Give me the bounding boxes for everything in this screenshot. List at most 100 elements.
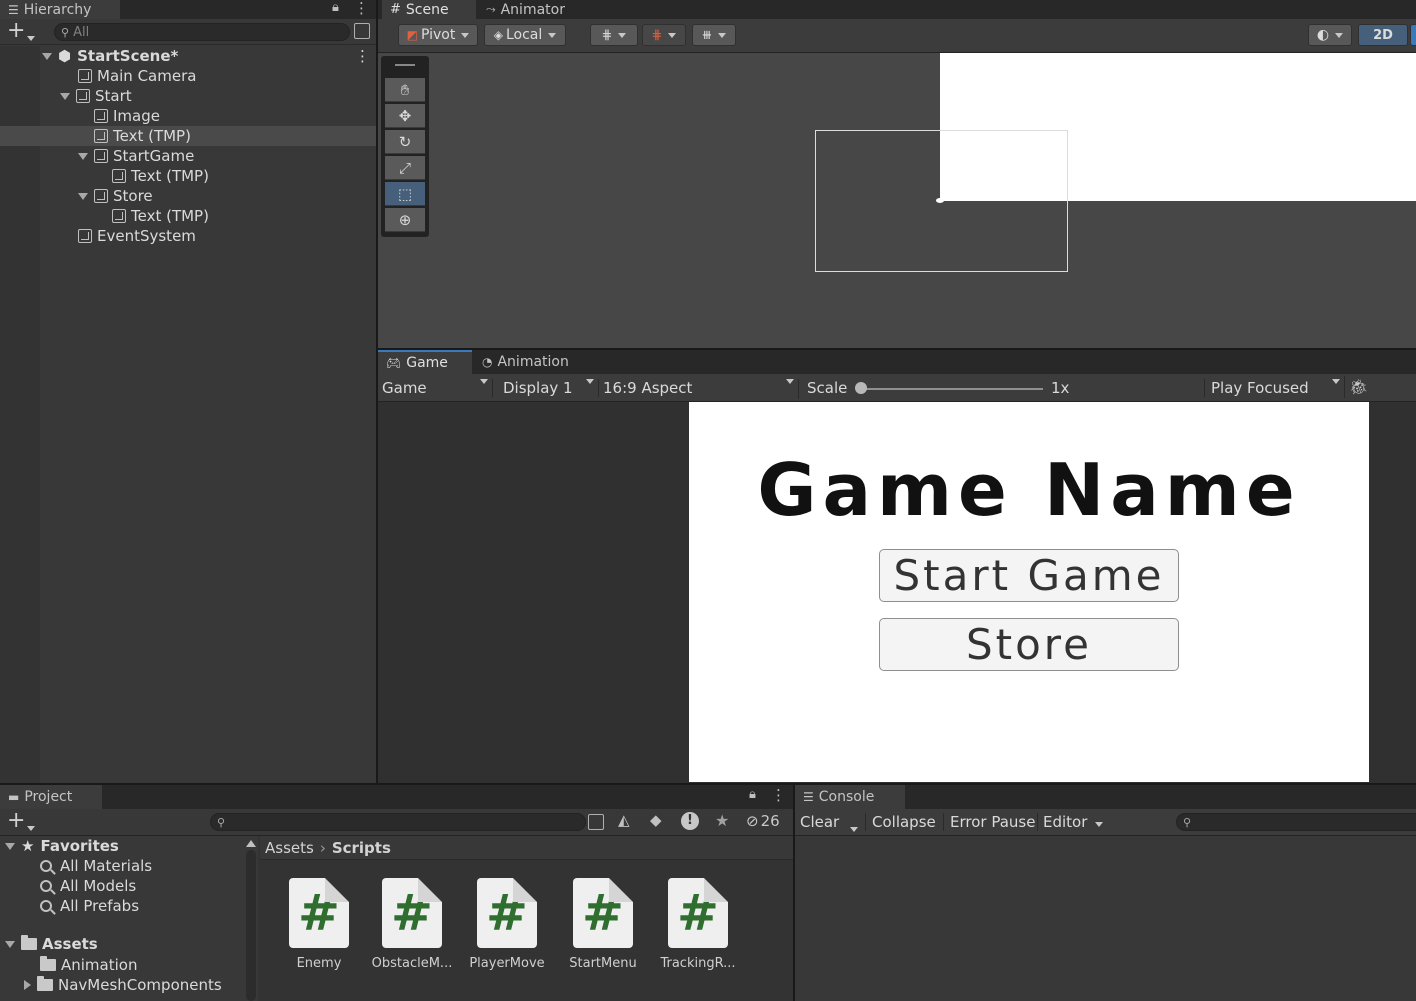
console-log-area[interactable] [795, 836, 1416, 1001]
assets-root-row[interactable]: Assets [0, 934, 258, 954]
favorite-all-prefabs[interactable]: All Prefabs [0, 896, 258, 916]
expand-arrow-icon[interactable] [42, 52, 52, 60]
grid-snap-dropdown[interactable]: ⋕ [590, 24, 638, 46]
folder-navmeshcomponents[interactable]: NavMeshComponents [0, 975, 258, 995]
tab-animator[interactable]: ⤳ Animator [478, 0, 588, 19]
script-asset-trackingr[interactable]: # TrackingR... [654, 878, 742, 971]
game-tabbar: 🎮︎ Game ◔ Animation [378, 350, 1416, 374]
hierarchy-item-image[interactable]: Image [0, 106, 376, 126]
hierarchy-search-input[interactable]: ⚲ All [54, 23, 350, 41]
grid-visibility-dropdown[interactable]: ⧻ [692, 24, 736, 46]
hierarchy-item-store[interactable]: Store [0, 186, 376, 206]
hierarchy-item-startgame-text[interactable]: Text (TMP) [0, 166, 376, 186]
rotate-tool[interactable]: ↻ [385, 130, 425, 154]
draw-mode-dropdown[interactable]: ◐ [1308, 24, 1352, 46]
scene-row[interactable]: ⬢ StartScene* ⋮ [0, 46, 376, 66]
tab-game[interactable]: 🎮︎ Game [378, 350, 472, 374]
pivot-dropdown[interactable]: ◩ Pivot [398, 24, 478, 46]
hierarchy-item-label: Store [113, 187, 153, 205]
hierarchy-item-main-camera[interactable]: Main Camera [0, 66, 376, 86]
expand-arrow-icon[interactable] [78, 152, 88, 160]
console-collapse-toggle[interactable]: Collapse [865, 813, 936, 831]
script-asset-obstaclem[interactable]: # ObstacleM... [368, 878, 456, 971]
pivot-handle-dot[interactable] [936, 198, 944, 203]
tool-palette-grip[interactable] [395, 64, 415, 66]
filter-type-icon[interactable]: ◭ [618, 811, 630, 829]
move-tool[interactable]: ✥ [385, 104, 425, 128]
aspect-dropdown[interactable]: 16:9 Aspect [598, 379, 794, 397]
2d-mode-toggle[interactable]: 2D [1358, 24, 1408, 46]
tab-hierarchy[interactable]: ☰ Hierarchy [0, 0, 120, 19]
hierarchy-item-start[interactable]: Start [0, 86, 376, 106]
search-options-icon[interactable] [588, 814, 604, 830]
expand-arrow-icon[interactable] [78, 192, 88, 200]
favorite-star-icon[interactable]: ★ [715, 811, 729, 830]
scale-slider-thumb[interactable] [855, 382, 867, 394]
debug-bug-button[interactable]: 🐞︎ [1344, 376, 1372, 398]
store-button[interactable]: Store [879, 618, 1179, 671]
hierarchy-item-startgame[interactable]: StartGame [0, 146, 376, 166]
more-menu-icon[interactable]: ⋮ [354, 0, 369, 17]
favorites-row[interactable]: ★ Favorites [0, 836, 258, 856]
local-dropdown[interactable]: ◈ Local [484, 24, 566, 46]
more-menu-icon[interactable]: ⋮ [771, 786, 786, 804]
project-search-input[interactable]: ⚲ [210, 813, 586, 831]
sidebar-scrollbar[interactable] [246, 850, 256, 1001]
hidden-packages-toggle[interactable]: ⊘ 26 [746, 812, 780, 830]
script-asset-enemy[interactable]: # Enemy [275, 878, 363, 971]
hierarchy-item-text-tmp-selected[interactable]: Text (TMP) [0, 126, 376, 146]
expand-arrow-icon[interactable] [60, 92, 70, 100]
add-dropdown-chevron[interactable] [24, 819, 34, 825]
filter-warning-icon[interactable]: ! [681, 812, 699, 830]
console-clear-button[interactable]: Clear [800, 813, 839, 831]
tab-scene[interactable]: # Scene [382, 0, 476, 19]
script-asset-playermove[interactable]: # PlayerMove [463, 878, 551, 971]
start-game-button[interactable]: Start Game [879, 549, 1179, 602]
scale-tool[interactable]: ⤢ [385, 156, 425, 180]
favorite-all-models[interactable]: All Models [0, 876, 258, 896]
breadcrumb-scripts[interactable]: Scripts [332, 839, 391, 857]
tab-project[interactable]: ▬ Project [0, 785, 102, 809]
console-editor-dropdown[interactable]: Editor [1037, 813, 1103, 831]
transform-tool[interactable]: ⊕ [385, 208, 425, 232]
increment-snap-dropdown[interactable]: ⋕ [642, 24, 686, 46]
display-dropdown[interactable]: Display 1 [492, 379, 594, 397]
lock-icon[interactable]: 🔒︎ [332, 0, 339, 15]
scale-slider-track[interactable] [861, 388, 1043, 390]
add-icon[interactable]: + [7, 19, 25, 43]
expand-arrow-icon[interactable] [5, 842, 15, 850]
scene-viewport[interactable] [378, 53, 1416, 348]
add-icon[interactable]: + [7, 809, 25, 833]
hierarchy-item-store-text[interactable]: Text (TMP) [0, 206, 376, 226]
hand-tool[interactable]: ✋︎ [385, 78, 425, 102]
hierarchy-item-eventsystem[interactable]: EventSystem [0, 226, 376, 246]
script-label: TrackingR... [660, 956, 736, 971]
console-error-pause-toggle[interactable]: Error Pause [943, 813, 1035, 831]
filter-label-icon[interactable]: ◆ [650, 811, 662, 829]
folder-animation[interactable]: Animation [0, 955, 258, 975]
transform-icon: ⊕ [398, 210, 412, 229]
tab-animation[interactable]: ◔ Animation [474, 350, 584, 374]
gameobject-icon [94, 149, 108, 163]
expand-arrow-icon[interactable] [5, 940, 15, 948]
expand-arrow-icon[interactable] [24, 980, 31, 990]
game-view-dropdown[interactable]: Game [382, 379, 488, 397]
hand-icon: ✋︎ [400, 80, 410, 99]
hierarchy-item-label: Image [113, 107, 160, 125]
favorite-all-materials[interactable]: All Materials [0, 856, 258, 876]
search-options-icon[interactable] [354, 23, 370, 39]
add-dropdown-chevron[interactable] [24, 29, 34, 35]
scroll-up-arrow-icon[interactable] [246, 840, 256, 847]
rect-tool[interactable]: ⬚ [385, 182, 425, 206]
clear-options-dropdown[interactable] [847, 820, 857, 826]
tab-console[interactable]: ☰ Console [795, 785, 905, 809]
scene-extra-button[interactable] [1410, 24, 1416, 46]
breadcrumb-assets[interactable]: Assets [265, 839, 314, 857]
console-search-input[interactable]: ⚲ [1176, 813, 1416, 831]
script-asset-startmenu[interactable]: # StartMenu [559, 878, 647, 971]
lock-icon[interactable]: 🔒︎ [749, 787, 756, 802]
scale-control: Scale 1x [798, 379, 1078, 399]
tab-animation-label: Animation [497, 354, 569, 370]
scene-menu-icon[interactable]: ⋮ [355, 47, 370, 65]
play-mode-dropdown[interactable]: Play Focused [1204, 379, 1340, 397]
